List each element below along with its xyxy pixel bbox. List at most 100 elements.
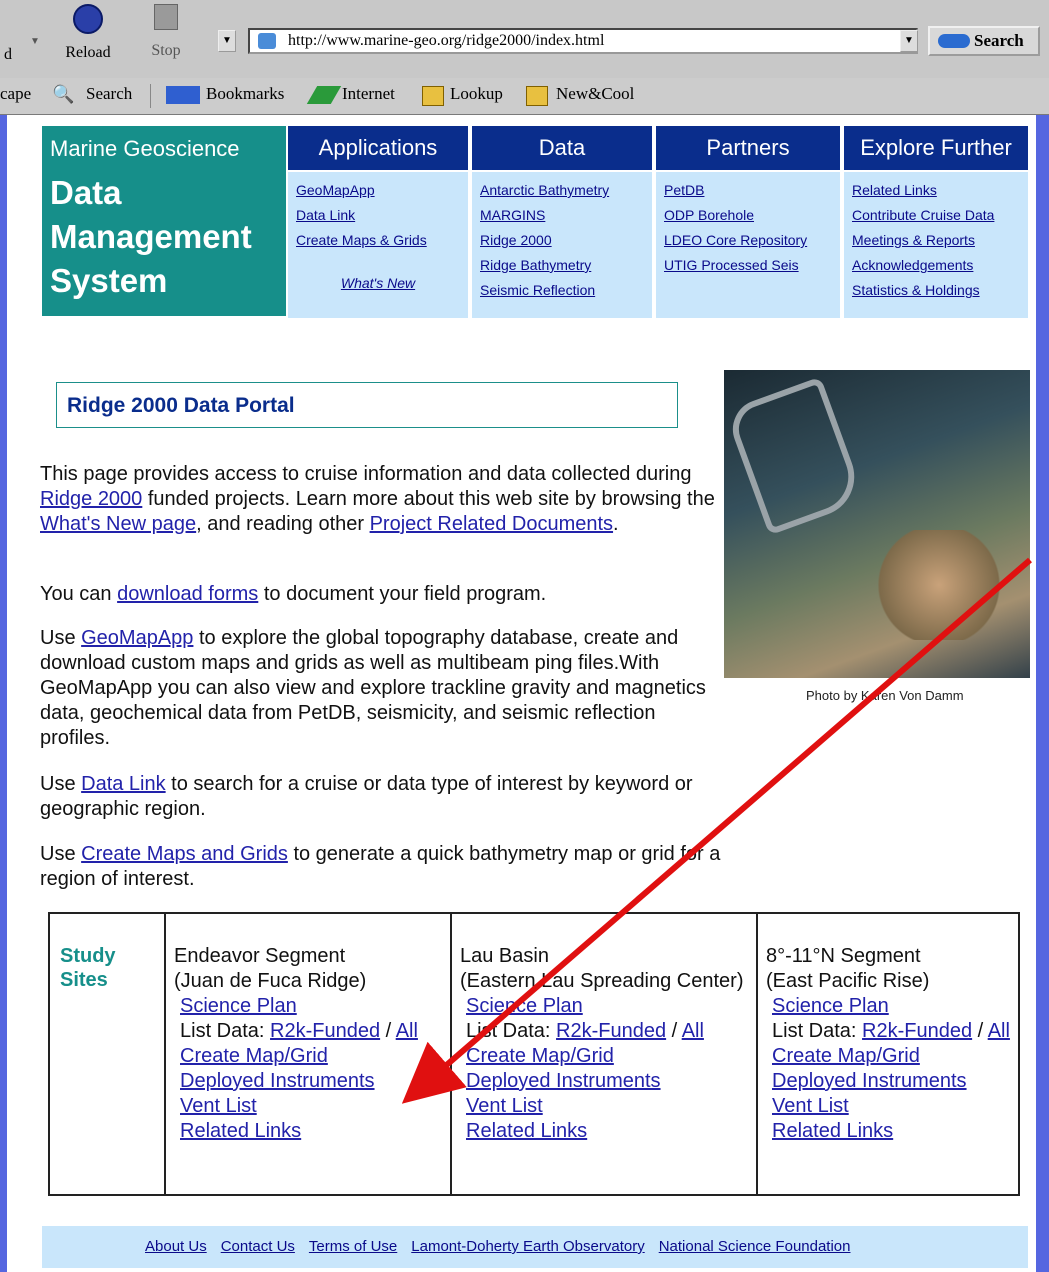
related-links-link[interactable]: Related Links: [772, 1120, 893, 1142]
study-sites-label: Study Sites: [48, 912, 166, 1196]
nav-link-related-links[interactable]: Related Links: [852, 182, 937, 198]
science-plan-link[interactable]: Science Plan: [180, 995, 297, 1017]
link-create-maps-grids[interactable]: Create Maps and Grids: [81, 843, 288, 865]
nav-link-meetings[interactable]: Meetings & Reports: [852, 232, 975, 248]
back-button-label[interactable]: d: [4, 46, 12, 64]
link-geomapapp[interactable]: GeoMapApp: [81, 627, 193, 649]
url-field[interactable]: http://www.marine-geo.org/ridge2000/inde…: [248, 28, 918, 54]
study-label: Study: [60, 945, 116, 967]
r2k-funded-link[interactable]: R2k-Funded: [556, 1020, 666, 1042]
intro-paragraph: This page provides access to cruise info…: [40, 462, 724, 537]
footer-contact-us[interactable]: Contact Us: [221, 1238, 295, 1255]
logo-top-text: Marine Geoscience: [50, 136, 240, 161]
create-map-grid-link[interactable]: Create Map/Grid: [466, 1045, 614, 1067]
nav-link-odp-borehole[interactable]: ODP Borehole: [664, 207, 754, 223]
r2k-funded-link[interactable]: R2k-Funded: [862, 1020, 972, 1042]
stop-icon: [154, 4, 178, 30]
all-link[interactable]: All: [988, 1020, 1010, 1042]
nav-link-acknowledgements[interactable]: Acknowledgements: [852, 257, 973, 273]
search-icon: 🔍: [52, 84, 75, 104]
site-logo[interactable]: Marine Geoscience Data Management System: [42, 126, 286, 316]
separator: /: [380, 1020, 396, 1042]
nav-link-whats-new[interactable]: What's New: [341, 275, 415, 291]
footer-about-us[interactable]: About Us: [145, 1238, 207, 1255]
site-endeavor: Endeavor Segment (Juan de Fuca Ridge) Sc…: [164, 912, 452, 1196]
robot-arm-shape: [724, 376, 866, 536]
science-plan-link[interactable]: Science Plan: [772, 995, 889, 1017]
toolbar-item-internet[interactable]: Internet: [342, 84, 395, 104]
personal-toolbar: [0, 78, 1049, 115]
logo-line-management: Management: [50, 218, 252, 255]
related-links-link[interactable]: Related Links: [180, 1120, 301, 1142]
footer-nsf[interactable]: National Science Foundation: [659, 1238, 851, 1255]
history-dropdown[interactable]: ▼: [218, 30, 236, 52]
vent-list-link[interactable]: Vent List: [466, 1095, 543, 1117]
left-frame-border: [0, 115, 7, 1272]
stop-button[interactable]: Stop: [140, 4, 192, 68]
science-plan-link[interactable]: Science Plan: [466, 995, 583, 1017]
deployed-instruments-link[interactable]: Deployed Instruments: [180, 1070, 375, 1092]
r2k-funded-link[interactable]: R2k-Funded: [270, 1020, 380, 1042]
reload-label: Reload: [65, 44, 111, 61]
back-dropdown-icon[interactable]: ▼: [30, 36, 40, 47]
nav-column-applications: GeoMapApp Data Link Create Maps & Grids …: [288, 172, 468, 318]
text: funded projects. Learn more about this w…: [142, 488, 715, 510]
vent-list-link[interactable]: Vent List: [772, 1095, 849, 1117]
nav-link-antarctic-bathymetry[interactable]: Antarctic Bathymetry: [480, 182, 609, 198]
link-project-documents[interactable]: Project Related Documents: [370, 513, 613, 535]
site-subname: (Juan de Fuca Ridge): [174, 970, 367, 992]
text: Use: [40, 773, 82, 795]
deployed-instruments-link[interactable]: Deployed Instruments: [466, 1070, 661, 1092]
nav-link-ridge-2000[interactable]: Ridge 2000: [480, 232, 552, 248]
deployed-instruments-link[interactable]: Deployed Instruments: [772, 1070, 967, 1092]
text: Use: [40, 843, 82, 865]
link-download-forms[interactable]: download forms: [117, 583, 258, 605]
toolbar-item-newcool[interactable]: New&Cool: [556, 84, 634, 104]
nav-link-statistics[interactable]: Statistics & Holdings: [852, 282, 980, 298]
url-dropdown[interactable]: ▼: [900, 30, 918, 52]
nav-link-petdb[interactable]: PetDB: [664, 182, 704, 198]
nav-link-geomapapp[interactable]: GeoMapApp: [296, 182, 375, 198]
newcool-icon: [526, 86, 548, 106]
footer-ldeo[interactable]: Lamont-Doherty Earth Observatory: [411, 1238, 644, 1255]
site-lau-basin: Lau Basin (Eastern Lau Spreading Center)…: [450, 912, 758, 1196]
nav-column-data: Antarctic Bathymetry MARGINS Ridge 2000 …: [472, 172, 652, 318]
nav-link-contribute[interactable]: Contribute Cruise Data: [852, 207, 994, 223]
vent-list-link[interactable]: Vent List: [180, 1095, 257, 1117]
nav-header-data: Data: [472, 126, 652, 170]
study-sites-table: Study Sites Endeavor Segment (Juan de Fu…: [48, 912, 1020, 1196]
geomapapp-paragraph: Use GeoMapApp to explore the global topo…: [40, 626, 724, 751]
reload-button[interactable]: Reload: [58, 4, 118, 68]
link-data-link[interactable]: Data Link: [81, 773, 166, 795]
search-button-label: Search: [974, 31, 1024, 50]
toolbar-item-lookup[interactable]: Lookup: [450, 84, 503, 104]
nav-link-ridge-bathymetry[interactable]: Ridge Bathymetry: [480, 257, 591, 273]
toolbar-item-netscape[interactable]: cape: [0, 84, 31, 104]
nav-link-margins[interactable]: MARGINS: [480, 207, 545, 223]
create-map-grid-link[interactable]: Create Map/Grid: [180, 1045, 328, 1067]
search-icon: [938, 34, 970, 48]
nav-link-data-link[interactable]: Data Link: [296, 207, 355, 223]
lookup-icon: [422, 86, 444, 106]
separator: /: [666, 1020, 682, 1042]
site-icon: [258, 33, 276, 49]
site-subname: (Eastern Lau Spreading Center): [460, 970, 744, 992]
nav-link-ldeo-core[interactable]: LDEO Core Repository: [664, 232, 807, 248]
nav-column-explore: Related Links Contribute Cruise Data Mee…: [844, 172, 1028, 318]
nav-link-seismic-reflection[interactable]: Seismic Reflection: [480, 282, 595, 298]
text: This page provides access to cruise info…: [40, 463, 692, 485]
footer-terms[interactable]: Terms of Use: [309, 1238, 397, 1255]
all-link[interactable]: All: [682, 1020, 704, 1042]
related-links-link[interactable]: Related Links: [466, 1120, 587, 1142]
all-link[interactable]: All: [396, 1020, 418, 1042]
bookmarks-icon: [166, 86, 200, 104]
reload-icon: [73, 4, 103, 34]
toolbar-item-search[interactable]: Search: [86, 84, 132, 104]
create-map-grid-link[interactable]: Create Map/Grid: [772, 1045, 920, 1067]
link-ridge-2000[interactable]: Ridge 2000: [40, 488, 142, 510]
nav-link-create-maps[interactable]: Create Maps & Grids: [296, 232, 427, 248]
toolbar-item-bookmarks[interactable]: Bookmarks: [206, 84, 284, 104]
right-frame-border: [1036, 115, 1049, 1272]
nav-link-utig-seis[interactable]: UTIG Processed Seis: [664, 257, 799, 273]
link-whats-new-page[interactable]: What's New page: [40, 513, 196, 535]
